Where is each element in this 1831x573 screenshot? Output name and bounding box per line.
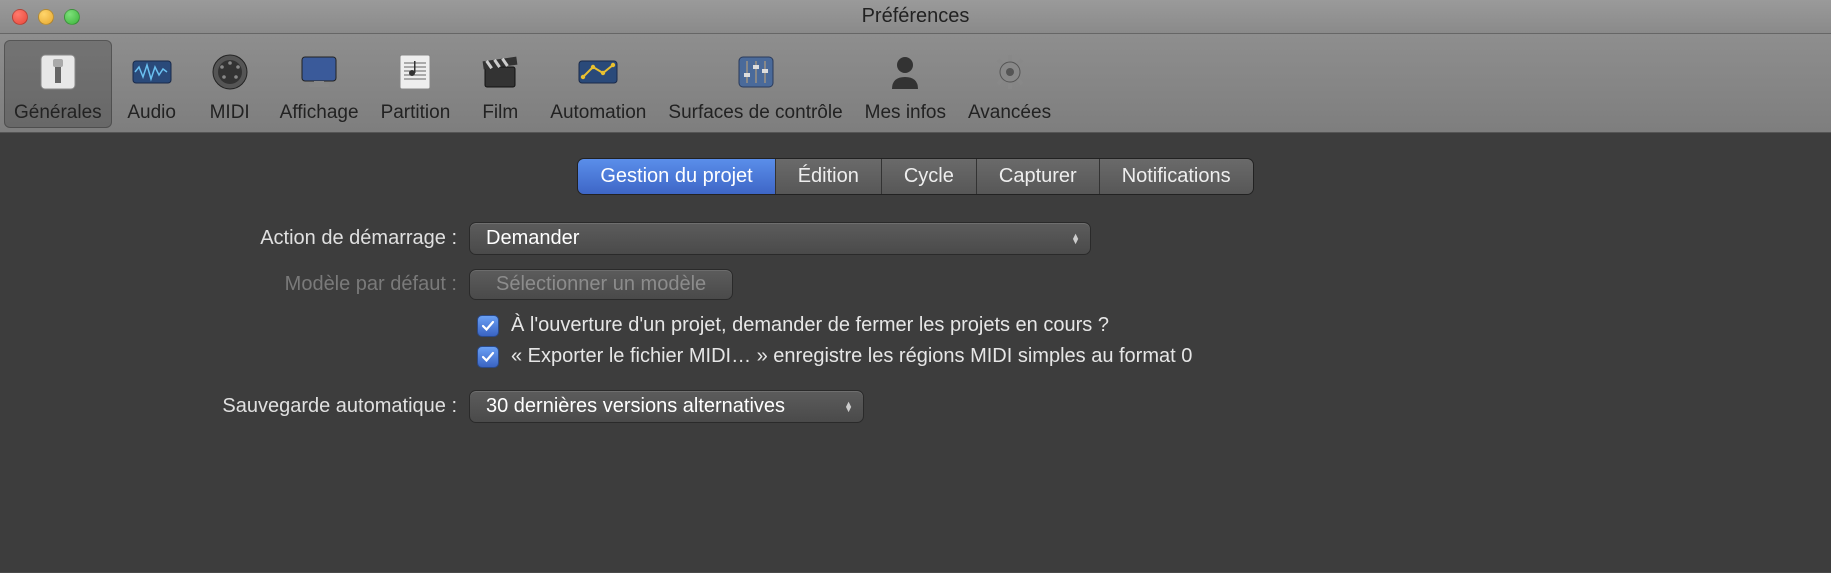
person-icon: [877, 46, 933, 98]
toolbar-label: Mes infos: [865, 102, 946, 124]
faders-icon: [728, 46, 784, 98]
toolbar: Générales Audio MIDI Affichage Partition…: [0, 34, 1831, 133]
select-template-button[interactable]: Sélectionner un modèle: [469, 269, 733, 300]
monitor-icon: [291, 46, 347, 98]
chevron-updown-icon: ▲▼: [834, 402, 853, 412]
select-value: 30 dernières versions alternatives: [486, 395, 785, 418]
toolbar-label: Automation: [550, 102, 646, 124]
gear-icon: [982, 46, 1038, 98]
ask-close-projects-label: À l'ouverture d'un projet, demander de f…: [511, 314, 1109, 337]
toolbar-item-generales[interactable]: Générales: [4, 40, 112, 128]
zoom-window-button[interactable]: [64, 9, 80, 25]
minimize-window-button[interactable]: [38, 9, 54, 25]
window-title: Préférences: [862, 5, 970, 28]
toolbar-label: Partition: [381, 102, 451, 124]
automation-icon: [570, 46, 626, 98]
toolbar-item-film[interactable]: Film: [462, 40, 538, 128]
toolbar-item-mesinfos[interactable]: Mes infos: [855, 40, 956, 128]
toolbar-item-surfaces[interactable]: Surfaces de contrôle: [658, 40, 852, 128]
toolbar-label: Avancées: [968, 102, 1051, 124]
toolbar-label: Film: [482, 102, 518, 124]
tab-capturer[interactable]: Capturer: [976, 159, 1099, 194]
toolbar-item-avancees[interactable]: Avancées: [958, 40, 1061, 128]
tab-gestion-du-projet[interactable]: Gestion du projet: [578, 159, 774, 194]
export-midi-format0-checkbox[interactable]: [477, 346, 499, 368]
midi-port-icon: [202, 46, 258, 98]
ask-close-projects-checkbox[interactable]: [477, 315, 499, 337]
tab-notifications[interactable]: Notifications: [1099, 159, 1253, 194]
export-midi-format0-label: « Exporter le fichier MIDI… » enregistre…: [511, 345, 1192, 368]
toolbar-item-audio[interactable]: Audio: [114, 40, 190, 128]
tab-bar: Gestion du projet Édition Cycle Capturer…: [14, 159, 1817, 194]
toolbar-item-midi[interactable]: MIDI: [192, 40, 268, 128]
check-icon: [480, 318, 496, 334]
toolbar-item-affichage[interactable]: Affichage: [270, 40, 369, 128]
titlebar: Préférences: [0, 0, 1831, 34]
tab-edition[interactable]: Édition: [775, 159, 881, 194]
autosave-select[interactable]: 30 dernières versions alternatives ▲▼: [469, 390, 864, 423]
toolbar-label: MIDI: [210, 102, 250, 124]
toolbar-label: Surfaces de contrôle: [668, 102, 842, 124]
traffic-lights: [0, 9, 80, 25]
check-icon: [480, 349, 496, 365]
clapboard-icon: [472, 46, 528, 98]
score-icon: [387, 46, 443, 98]
select-value: Demander: [486, 227, 579, 250]
content-pane: Gestion du projet Édition Cycle Capturer…: [0, 133, 1831, 572]
default-template-label: Modèle par défaut :: [14, 273, 469, 296]
switch-icon: [30, 46, 86, 98]
toolbar-item-automation[interactable]: Automation: [540, 40, 656, 128]
toolbar-item-partition[interactable]: Partition: [371, 40, 461, 128]
startup-action-select[interactable]: Demander ▲▼: [469, 222, 1091, 255]
waveform-icon: [124, 46, 180, 98]
tab-cycle[interactable]: Cycle: [881, 159, 976, 194]
startup-action-label: Action de démarrage :: [14, 227, 469, 250]
close-window-button[interactable]: [12, 9, 28, 25]
toolbar-label: Audio: [127, 102, 176, 124]
chevron-updown-icon: ▲▼: [1061, 234, 1080, 244]
toolbar-label: Affichage: [280, 102, 359, 124]
autosave-label: Sauvegarde automatique :: [14, 395, 469, 418]
toolbar-label: Générales: [14, 102, 102, 124]
